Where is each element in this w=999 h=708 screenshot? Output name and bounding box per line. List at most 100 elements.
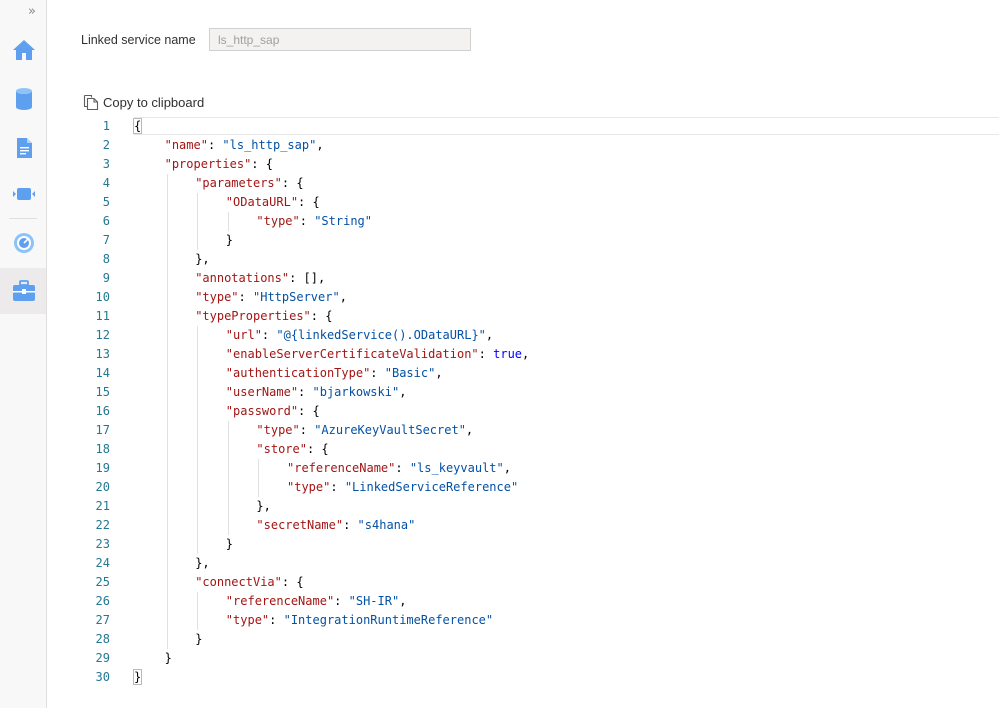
json-string-value: "ls_keyvault" [409,461,504,475]
code-line: "connectVia": { [195,573,303,592]
nav-divider [9,218,37,219]
json-punctuation: : { [298,404,320,418]
code-line: "ODataURL": { [226,193,320,212]
code-line: "type": "String" [256,212,372,231]
json-punctuation: } [225,233,234,247]
json-punctuation: : [261,328,277,342]
toolbox-icon[interactable] [11,278,37,304]
code-line: "secretName": "s4hana" [256,516,415,535]
json-string-value: "HttpServer" [253,290,340,304]
json-key: "referenceName" [287,461,396,475]
json-punctuation: } [132,669,143,685]
json-punctuation: : [370,366,385,380]
json-key: "connectVia" [195,575,282,589]
json-punctuation: }, [256,499,271,513]
linked-service-name-label: Linked service name [81,33,196,47]
json-string-value: "IntegrationRuntimeReference" [283,613,494,627]
database-icon[interactable] [11,86,37,112]
code-line: } [226,535,233,554]
json-punctuation: : { [281,575,304,589]
expand-nav-icon[interactable]: » [28,4,36,19]
line-number: 27 [95,613,110,627]
code-line: "type": "HttpServer", [195,288,347,307]
json-punctuation: , [399,385,407,399]
json-punctuation: : [207,138,223,152]
json-string-value: "Basic" [384,366,436,380]
line-number: 1 [102,119,110,133]
json-key: "name" [164,138,208,152]
code-line: "typeProperties": { [195,307,332,326]
code-line: "referenceName": "ls_keyvault", [287,459,511,478]
json-key: "type" [256,423,300,437]
indent-guide [166,459,168,478]
monitor-icon[interactable] [11,230,37,256]
json-punctuation: : [], [289,271,326,285]
json-punctuation: : [269,613,284,627]
json-punctuation: } [195,632,203,646]
indent-guide [166,174,168,193]
indent-guide [197,421,199,440]
indent-guide [227,478,229,497]
indent-guide [227,497,229,516]
linked-service-name-input[interactable] [209,28,471,51]
json-punctuation: : { [251,157,273,171]
indent-guide [197,592,199,611]
copy-to-clipboard-button[interactable]: Copy to clipboard [83,94,204,111]
copy-icon [83,94,99,111]
json-string-value: "AzureKeyVaultSecret" [314,423,466,437]
json-key: "secretName" [256,518,344,532]
indent-guide [166,383,168,402]
line-number: 23 [95,537,110,551]
json-punctuation: : [238,290,253,304]
indent-guide [197,326,199,345]
indent-guide [197,212,199,231]
indent-guide [258,478,260,497]
code-line: } [165,649,172,668]
line-number: 10 [95,290,110,304]
json-punctuation: : [330,480,345,494]
code-line: "type": "IntegrationRuntimeReference" [226,611,493,630]
json-punctuation: }, [195,556,210,570]
line-number: 21 [95,499,110,513]
json-key: "annotations" [195,271,290,285]
json-boolean-value: true [493,347,523,361]
json-punctuation: : { [298,195,320,209]
indent-guide [166,269,168,288]
json-string-value: "SH-IR" [348,594,400,608]
home-icon[interactable] [11,37,37,63]
json-punctuation: , [503,461,511,475]
json-code-editor[interactable]: 1{2 "name": "ls_http_sap", 3 "properties": … [82,117,999,697]
json-punctuation: : [299,423,315,437]
json-punctuation: : { [306,442,329,456]
indent-guide [166,421,168,440]
current-line-highlight [134,117,999,135]
code-line: "type": "AzureKeyVaultSecret", [256,421,473,440]
json-punctuation: } [225,537,234,551]
code-line: "store": { [256,440,328,459]
line-number: 11 [95,309,110,323]
code-line: }, [256,497,270,516]
json-key: "enableServerCertificateValidation" [225,347,479,361]
json-key: "type" [195,290,239,304]
json-punctuation: : [478,347,494,361]
line-number: 6 [102,214,110,228]
json-string-value: "LinkedServiceReference" [344,480,519,494]
line-number: 7 [102,233,110,247]
indent-guide [197,193,199,212]
line-number: 17 [95,423,110,437]
indent-guide [197,611,199,630]
indent-guide [166,516,168,535]
code-line: { [132,117,143,136]
indent-guide [166,478,168,497]
document-icon[interactable] [11,135,37,161]
indent-guide [166,307,168,326]
indent-guide [227,516,229,535]
indent-guide [166,402,168,421]
line-number: 20 [95,480,110,494]
line-number: 28 [95,632,110,646]
line-number: 3 [102,157,110,171]
json-key: "userName" [225,385,299,399]
json-punctuation: }, [195,252,210,266]
json-punctuation: : [395,461,410,475]
pipeline-icon[interactable] [11,181,37,207]
